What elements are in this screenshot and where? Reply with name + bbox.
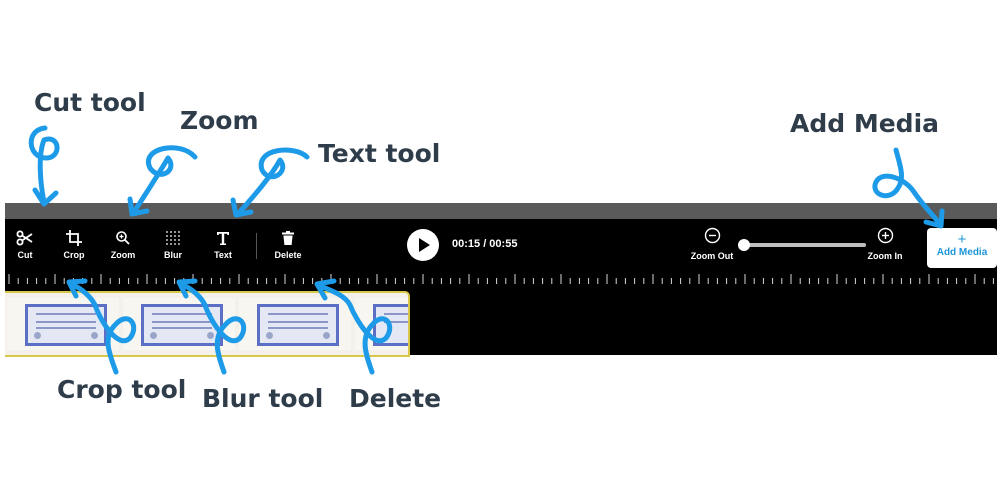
cut-callout-arrow	[28, 125, 60, 207]
annotation-arrows	[28, 125, 945, 375]
crop-callout-arrow	[66, 278, 137, 375]
add-media-callout-arrow	[872, 147, 945, 229]
zoom-callout-arrow	[127, 145, 198, 217]
text-tool-callout-arrow	[230, 147, 310, 218]
delete-callout-arrow	[314, 278, 393, 375]
blur-callout-arrow	[176, 278, 247, 375]
